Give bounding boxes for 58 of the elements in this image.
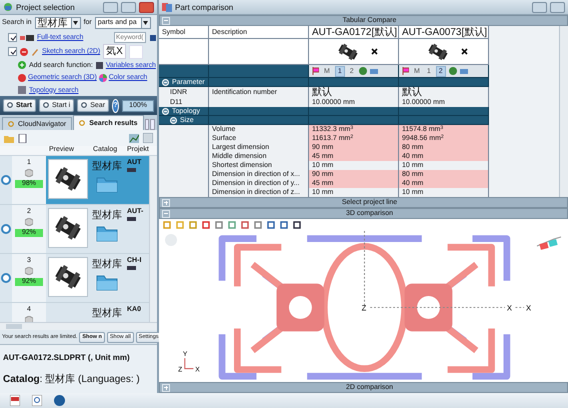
scrollbar[interactable] [559, 26, 568, 197]
ring-icon[interactable] [1, 175, 11, 185]
maximize-button[interactable] [121, 2, 136, 12]
checkbox[interactable] [8, 47, 17, 56]
dropdown-arrow-icon[interactable] [70, 18, 80, 28]
ring-icon[interactable] [1, 273, 11, 283]
close-button[interactable] [139, 2, 154, 12]
scroll-right-button[interactable] [150, 119, 155, 130]
expand-icon[interactable] [162, 198, 170, 206]
expand-icon[interactable] [162, 384, 170, 392]
dropdown-arrow-icon[interactable] [140, 18, 150, 28]
compare-icon [162, 2, 172, 12]
part-column-header: AUT-GA0172[默认] [309, 26, 399, 39]
color-wheel-icon [98, 74, 107, 82]
preview-icon[interactable] [32, 395, 42, 406]
part-column-header: AUT-GA0073[默认] [399, 26, 489, 39]
close-button[interactable] [550, 2, 565, 12]
value-cell: 默认 [309, 87, 399, 99]
remove-icon[interactable] [20, 48, 28, 56]
pencil-icon [31, 48, 39, 56]
checkbox[interactable] [8, 33, 17, 42]
folder-icon [96, 273, 118, 291]
axis-label: X [526, 303, 532, 312]
sketch-value: 気X [103, 44, 126, 59]
scrollbar[interactable] [149, 156, 157, 322]
flag-icon[interactable] [402, 67, 409, 75]
layout-icon[interactable] [143, 133, 153, 143]
axis-label: Z [362, 303, 366, 312]
folder-icon [96, 175, 118, 193]
window-title: Project selection [16, 2, 76, 12]
folder-icon [96, 224, 118, 242]
catalog-name: 型材库 [92, 208, 122, 222]
app-icon [3, 2, 13, 12]
catalog-info: Catalog: 型材库 (Languages: ) [3, 373, 141, 386]
close-icon[interactable] [460, 48, 468, 55]
pdf-icon[interactable] [10, 395, 20, 406]
add-icon[interactable] [18, 61, 26, 70]
catalog-name: 型材库 [92, 160, 122, 173]
scrollbar[interactable] [0, 322, 157, 330]
symbol-cell [159, 188, 209, 198]
ring-icon[interactable] [1, 224, 11, 234]
file-name: AUT-GA0172.SLDPRT (, Unit mm) [3, 352, 131, 363]
catalog-name: 型材库 [92, 306, 122, 320]
restore-button[interactable] [532, 2, 547, 12]
axis-triad-line [184, 358, 194, 370]
axis-label: X [506, 303, 512, 312]
minimize-button[interactable] [103, 2, 118, 12]
check-icon [10, 34, 16, 41]
chart-icon[interactable] [129, 134, 139, 142]
close-icon[interactable] [370, 48, 378, 55]
empty-field[interactable] [128, 44, 143, 58]
window-title: Part comparison [175, 2, 234, 12]
sphere-icon [18, 74, 26, 82]
catalog-name: 型材库 [92, 258, 122, 271]
document-icon[interactable] [18, 134, 27, 142]
check-icon [10, 48, 16, 54]
flag-icon[interactable] [312, 67, 319, 75]
value-cell: 默认 [399, 87, 489, 99]
